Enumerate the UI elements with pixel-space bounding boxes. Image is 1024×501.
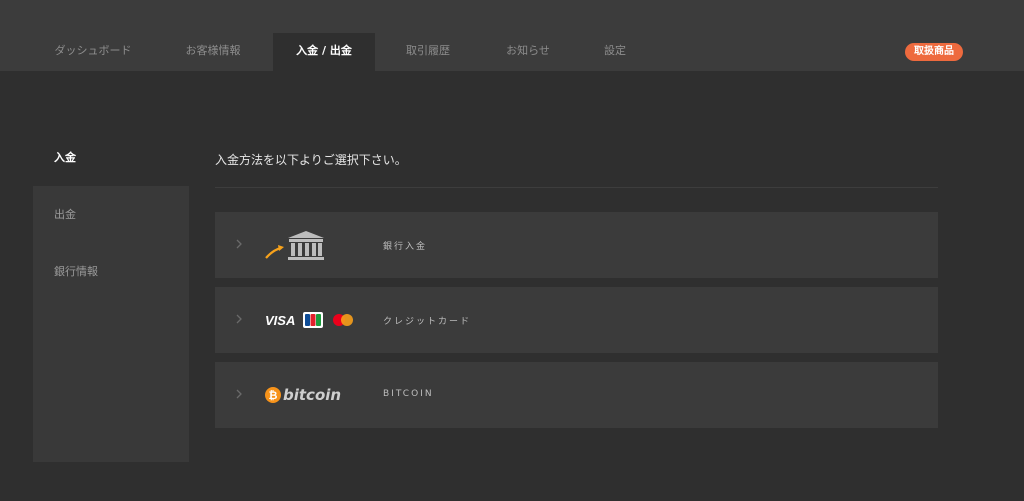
divider xyxy=(215,187,938,188)
svg-text:₿: ₿ xyxy=(269,389,278,402)
sidebar-item-withdraw[interactable]: 出金 xyxy=(33,186,189,243)
bitcoin-wordmark: bitcoin xyxy=(283,386,342,404)
sidebar-item-deposit[interactable]: 入金 xyxy=(33,129,189,186)
tab-notices[interactable]: お知らせ xyxy=(481,33,575,71)
tab-deposit-withdraw[interactable]: 入金 / 出金 xyxy=(273,33,375,71)
method-credit-card[interactable]: VISA クレジットカード xyxy=(215,287,938,353)
top-navigation-bar: ダッシュボード お客様情報 入金 / 出金 取引履歴 お知らせ 設定 取扱商品 xyxy=(0,0,1024,71)
mastercard-logo xyxy=(333,314,354,326)
deposit-panel: 入金 出金 銀行情報 入金方法を以下よりご選択下さい。 銀行入金 VISA クレ… xyxy=(33,129,963,462)
card-logos: VISA xyxy=(265,311,355,329)
method-label: 銀行入金 xyxy=(383,242,428,252)
method-bitcoin[interactable]: ₿ bitcoin BITCOIN xyxy=(215,362,938,428)
tab-dashboard[interactable]: ダッシュボード xyxy=(33,33,153,71)
chevron-right-icon xyxy=(236,314,242,324)
deposit-content: 入金方法を以下よりご選択下さい。 銀行入金 VISA クレジットカード ₿ bi… xyxy=(189,129,963,462)
bitcoin-logo: ₿ bitcoin xyxy=(265,385,341,405)
visa-logo: VISA xyxy=(265,312,296,328)
method-label: クレジットカード xyxy=(383,317,472,327)
sidebar-item-bank-info[interactable]: 銀行情報 xyxy=(33,243,189,300)
main-tabs: ダッシュボード お客様情報 入金 / 出金 取引履歴 お知らせ 設定 xyxy=(33,33,655,71)
chevron-right-icon xyxy=(236,389,242,399)
jcb-logo xyxy=(303,312,324,328)
tab-transaction-history[interactable]: 取引履歴 xyxy=(375,33,481,71)
bank-icon xyxy=(265,231,324,260)
tab-customer-info[interactable]: お客様情報 xyxy=(153,33,273,71)
chevron-right-icon xyxy=(236,239,242,249)
products-badge-button[interactable]: 取扱商品 xyxy=(905,43,963,61)
method-bank-transfer[interactable]: 銀行入金 xyxy=(215,212,938,278)
method-label: BITCOIN xyxy=(383,389,434,399)
tab-settings[interactable]: 設定 xyxy=(575,33,655,71)
page-heading: 入金方法を以下よりご選択下さい。 xyxy=(215,153,407,167)
bitcoin-icon: ₿ xyxy=(265,387,281,403)
